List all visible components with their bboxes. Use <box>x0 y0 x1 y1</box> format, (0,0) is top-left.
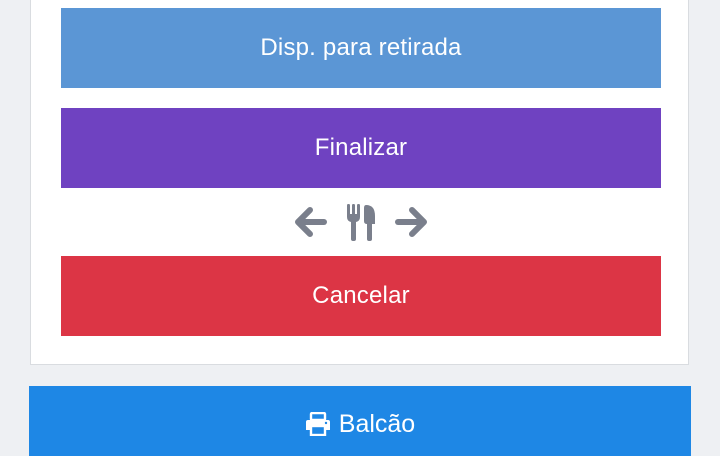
counter-print-button[interactable]: Balcão <box>29 386 691 456</box>
finish-button[interactable]: Finalizar <box>61 108 661 188</box>
order-card: Disp. para retirada Finalizar Cancelar <box>30 0 689 365</box>
cancel-button[interactable]: Cancelar <box>61 256 661 336</box>
printer-icon <box>305 410 331 436</box>
arrow-right-icon[interactable] <box>393 204 429 240</box>
ready-for-pickup-label: Disp. para retirada <box>260 34 462 61</box>
utensils-icon <box>343 204 379 241</box>
finish-label: Finalizar <box>314 134 408 161</box>
counter-label: Balcão <box>338 410 416 438</box>
ready-for-pickup-button[interactable]: Disp. para retirada <box>61 8 661 88</box>
arrow-left-icon[interactable] <box>293 204 329 240</box>
cancel-label: Cancelar <box>312 282 410 309</box>
status-navigation <box>61 202 661 242</box>
